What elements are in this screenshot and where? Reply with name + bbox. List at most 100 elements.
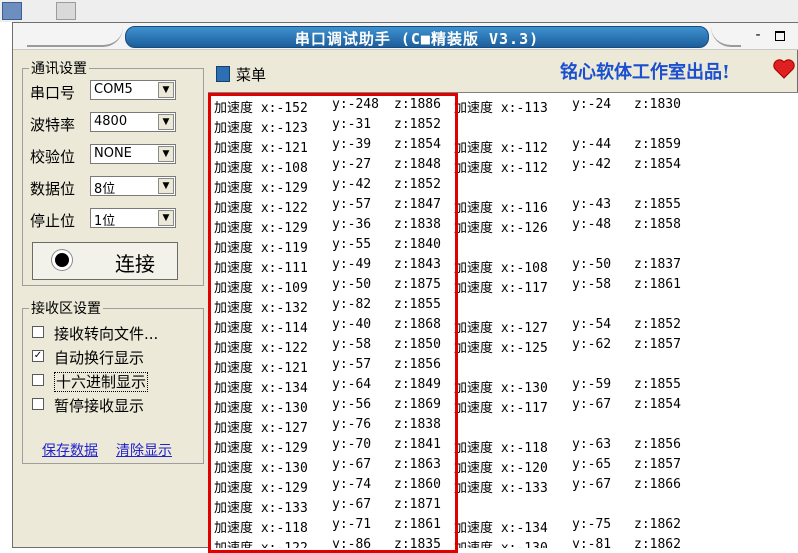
log-z-label: z:1869: [394, 397, 441, 412]
log-prefix: 加速度 x:-129: [214, 441, 308, 456]
maximize-button[interactable]: [771, 27, 789, 43]
log-z-label: z:1852: [634, 317, 681, 332]
chevron-down-icon[interactable]: ▼: [158, 178, 174, 194]
log-z: 1848: [409, 157, 441, 172]
log-y-label: y:-65: [572, 457, 612, 472]
log-x: -122: [276, 541, 307, 548]
desktop-tool-icon[interactable]: [56, 2, 76, 20]
log-prefix: 加速度 x:-114: [214, 321, 308, 336]
comm-field-select[interactable]: 8位 ▼: [90, 176, 176, 197]
log-z: 1861: [409, 517, 441, 532]
log-x: -109: [276, 281, 308, 296]
receive-option-label: 暂停接收显示: [54, 395, 144, 416]
log-y: -67: [587, 397, 612, 412]
log-z-label: z:1841: [394, 437, 441, 452]
log-z-label: z:1861: [394, 517, 441, 532]
log-z-label: z:1855: [634, 197, 681, 212]
comm-field-value: NONE: [94, 146, 132, 161]
checkbox[interactable]: [32, 374, 44, 386]
log-y-label: y:-40: [332, 317, 372, 332]
menu-button[interactable]: 菜单: [212, 62, 312, 86]
clear-display-link[interactable]: 清除显示: [116, 440, 172, 460]
log-prefix: 加速度 x:-129: [214, 481, 308, 496]
log-x: -130: [516, 541, 547, 548]
log-prefix: 加速度 x:-116: [454, 201, 548, 216]
log-x: -113: [516, 101, 548, 116]
chevron-down-icon[interactable]: ▼: [158, 82, 174, 98]
log-y: -24: [587, 97, 612, 112]
comm-field-row: 校验位 NONE ▼: [30, 144, 200, 166]
log-x: -117: [516, 281, 548, 296]
log-z: 1854: [649, 397, 681, 412]
log-prefix: 加速度 x:-122: [214, 201, 308, 216]
log-prefix: 加速度 x:-125: [454, 341, 548, 356]
log-x: -129: [276, 441, 308, 456]
log-prefix: 加速度 x:-121: [214, 361, 308, 376]
log-line: 加速度 x:-130 y:-67 z:1863 加速度 x:-120 y:-65 z:18…: [214, 455, 794, 476]
log-prefix: 加速度 x:-117: [454, 281, 548, 296]
comm-field-select[interactable]: NONE ▼: [90, 144, 176, 164]
chevron-down-icon[interactable]: ▼: [158, 210, 174, 226]
receive-option-row[interactable]: 十六进制显示: [32, 370, 198, 392]
log-x: -112: [516, 141, 548, 156]
checkbox[interactable]: ✓: [32, 350, 44, 362]
title-bar[interactable]: 串口调试助手 (C■精装版 V3.3) -: [13, 23, 798, 50]
log-y: -44: [587, 137, 612, 152]
comm-field-label: 波特率: [30, 116, 76, 134]
log-x: -132: [276, 301, 308, 316]
checkbox[interactable]: [32, 326, 44, 338]
log-prefix: 加速度 x:-123: [214, 121, 308, 136]
desktop-app-icon[interactable]: [2, 2, 22, 20]
receive-option-row[interactable]: 暂停接收显示: [32, 394, 198, 416]
log-y: -40: [347, 317, 372, 332]
log-prefix: 加速度 x:-152: [214, 101, 308, 116]
log-x: -108: [276, 161, 308, 176]
log-prefix: 加速度 x:-112: [454, 141, 548, 156]
log-z: 1837: [649, 257, 681, 272]
log-z: 1855: [649, 197, 681, 212]
log-z: 1857: [649, 457, 681, 472]
log-x: -120: [516, 461, 548, 476]
log-z: 1852: [409, 117, 441, 132]
receive-option-label: 接收转向文件...: [54, 323, 158, 344]
receive-log-area[interactable]: 加速度 x:-152 y:-248 z:1886 加速度 x:-113 y:-24 z:1…: [208, 92, 798, 548]
log-prefix: 加速度 x:-119: [214, 241, 308, 256]
checkbox[interactable]: [32, 398, 44, 410]
receive-option-text: 暂停接收显示: [54, 397, 145, 415]
chevron-down-icon[interactable]: ▼: [158, 146, 174, 162]
minimize-button[interactable]: -: [749, 27, 767, 43]
log-prefix: 加速度 x:-132: [214, 301, 308, 316]
comm-field-select[interactable]: 1位 ▼: [90, 208, 176, 229]
connect-button[interactable]: 连接: [32, 242, 178, 280]
comm-settings-legend: 通讯设置: [31, 61, 87, 77]
log-x: -133: [276, 501, 308, 516]
receive-option-row[interactable]: 接收转向文件...: [32, 322, 198, 344]
log-y: -39: [347, 137, 372, 152]
save-data-link[interactable]: 保存数据: [42, 440, 98, 460]
log-y-label: y:-49: [332, 257, 372, 272]
log-y-label: y:-248: [332, 97, 379, 112]
log-prefix: 加速度 x:-133: [214, 501, 308, 516]
log-z-label: z:1871: [394, 497, 441, 512]
log-y-label: y:-74: [332, 477, 372, 492]
receive-option-row[interactable]: ✓ 自动换行显示: [32, 346, 198, 368]
comm-field-label: 校验位: [30, 148, 76, 166]
log-y: -31: [347, 117, 372, 132]
log-y-label: y:-42: [572, 157, 612, 172]
log-prefix: 加速度 x:-130: [454, 381, 548, 396]
chevron-down-icon[interactable]: ▼: [158, 114, 174, 130]
log-x: -130: [516, 381, 548, 396]
log-x: -133: [516, 481, 548, 496]
log-line: 加速度 x:-134 y:-64 z:1849 加速度 x:-130 y:-59 z:18…: [214, 375, 794, 396]
comm-field-select[interactable]: 4800 ▼: [90, 112, 176, 132]
log-z: 1886: [409, 97, 441, 112]
log-y-label: y:-67: [332, 457, 372, 472]
log-z: 1860: [409, 477, 441, 492]
log-z: 1868: [409, 317, 441, 332]
log-prefix: 加速度 x:-133: [454, 481, 548, 496]
log-line: 加速度 x:-121 y:-57 z:1856: [214, 355, 794, 376]
comm-field-select[interactable]: COM5 ▼: [90, 80, 176, 100]
log-prefix: 加速度 x:-108: [454, 261, 548, 276]
log-prefix: 加速度 x:-118: [454, 441, 548, 456]
log-z: 1847: [409, 197, 441, 212]
